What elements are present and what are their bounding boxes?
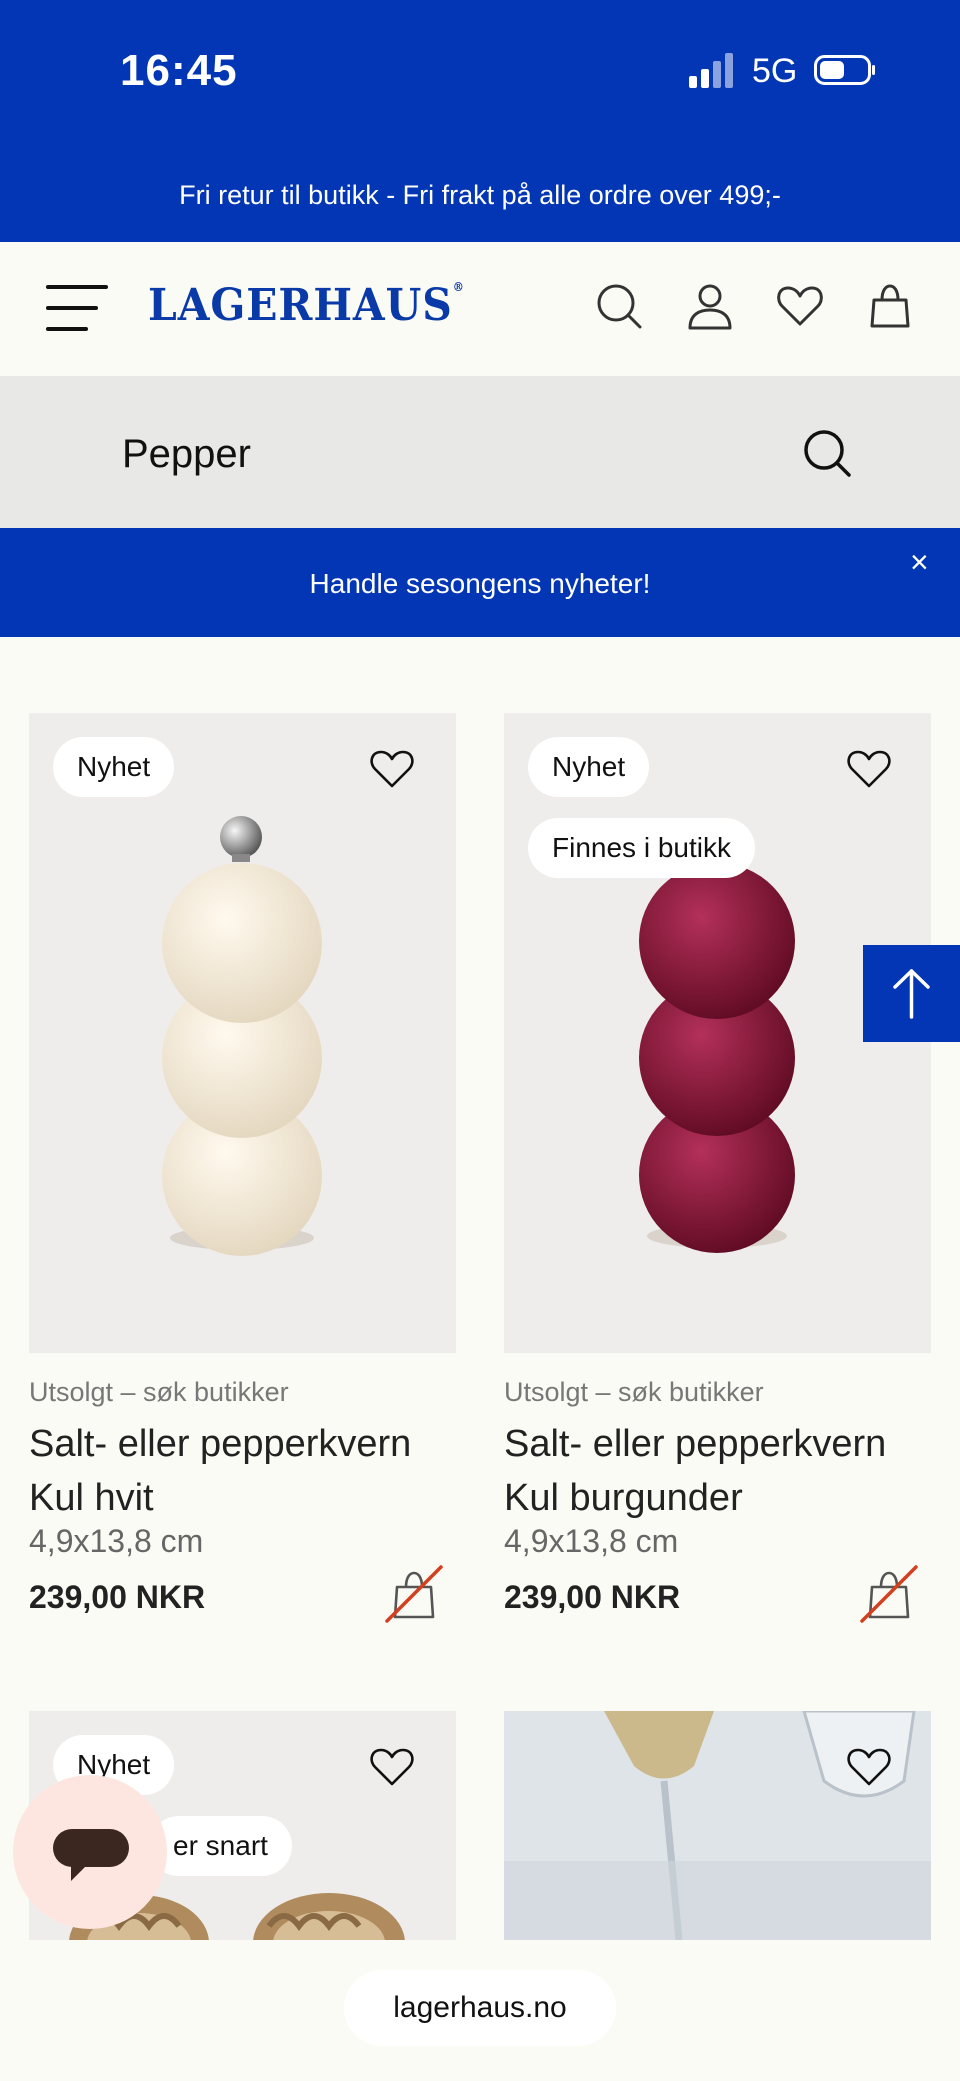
product-size: 4,9x13,8 cm	[29, 1523, 204, 1559]
search-input[interactable]	[122, 428, 762, 480]
address-bar[interactable]: lagerhaus.no	[344, 1970, 616, 2046]
product-card[interactable]: Nyhet Finnes i butikk Utsolgt – søk buti…	[504, 713, 931, 1653]
pepper-mill-image	[162, 816, 322, 1256]
user-icon[interactable]	[686, 282, 734, 330]
heart-icon[interactable]	[776, 282, 824, 330]
product-card[interactable]: Nyhet Utsolgt – søk butikker Salt- eller…	[29, 713, 456, 1653]
logo-mark: ®	[452, 280, 465, 294]
status-time: 16:45	[120, 46, 238, 95]
badge-new: Nyhet	[528, 737, 650, 797]
product-card[interactable]	[504, 1711, 931, 1940]
product-name-line: Salt- eller pepperkvern	[504, 1423, 887, 1465]
heart-icon[interactable]	[846, 747, 892, 789]
brand-logo[interactable]: LAGERHAUS®	[148, 280, 465, 331]
menu-icon[interactable]	[46, 283, 108, 333]
scroll-top-button[interactable]	[863, 945, 960, 1042]
stock-status: Utsolgt – søk butikker	[504, 1377, 764, 1407]
promo-banner[interactable]: Handle sesongens nyheter!	[0, 528, 960, 637]
heart-icon[interactable]	[846, 1745, 892, 1787]
status-bar: 16:45 5G	[0, 0, 960, 145]
promo-bar: Fri retur til butikk - Fri frakt på alle…	[0, 145, 960, 242]
product-name[interactable]: Salt- eller pepperkvern Kul hvit	[29, 1417, 469, 1525]
product-price: 239,00 NKR	[29, 1579, 206, 1615]
chat-button[interactable]	[13, 1775, 167, 1929]
signal-icon	[689, 53, 733, 88]
product-image[interactable]	[504, 1711, 931, 1940]
logo-text: LAGERHAUS	[148, 280, 453, 331]
close-icon[interactable]: ×	[910, 546, 929, 578]
bag-crossed-icon	[385, 1565, 443, 1623]
bag-icon[interactable]	[866, 282, 914, 330]
bag-crossed-icon	[860, 1565, 918, 1623]
badge-new: Nyhet	[53, 737, 175, 797]
badge-coming-soon: er snart	[149, 1816, 292, 1876]
heart-icon[interactable]	[369, 1745, 415, 1787]
product-name[interactable]: Salt- eller pepperkvern Kul burgunder	[504, 1417, 944, 1525]
stock-status: Utsolgt – søk butikker	[29, 1377, 289, 1407]
chat-icon	[53, 1829, 129, 1881]
heart-icon[interactable]	[369, 747, 415, 789]
search-icon[interactable]	[595, 282, 643, 330]
product-name-line: Salt- eller pepperkvern	[29, 1423, 412, 1465]
search-submit-icon[interactable]	[802, 428, 852, 478]
badge-in-store: Finnes i butikk	[528, 818, 755, 878]
product-name-line: Kul hvit	[29, 1477, 154, 1519]
product-name-line: Kul burgunder	[504, 1477, 743, 1519]
product-price: 239,00 NKR	[504, 1579, 681, 1615]
arrow-up-icon	[893, 969, 930, 1019]
product-size: 4,9x13,8 cm	[504, 1523, 679, 1559]
battery-icon	[814, 55, 875, 85]
network-label: 5G	[752, 52, 798, 90]
product-image[interactable]: Nyhet	[29, 713, 456, 1353]
